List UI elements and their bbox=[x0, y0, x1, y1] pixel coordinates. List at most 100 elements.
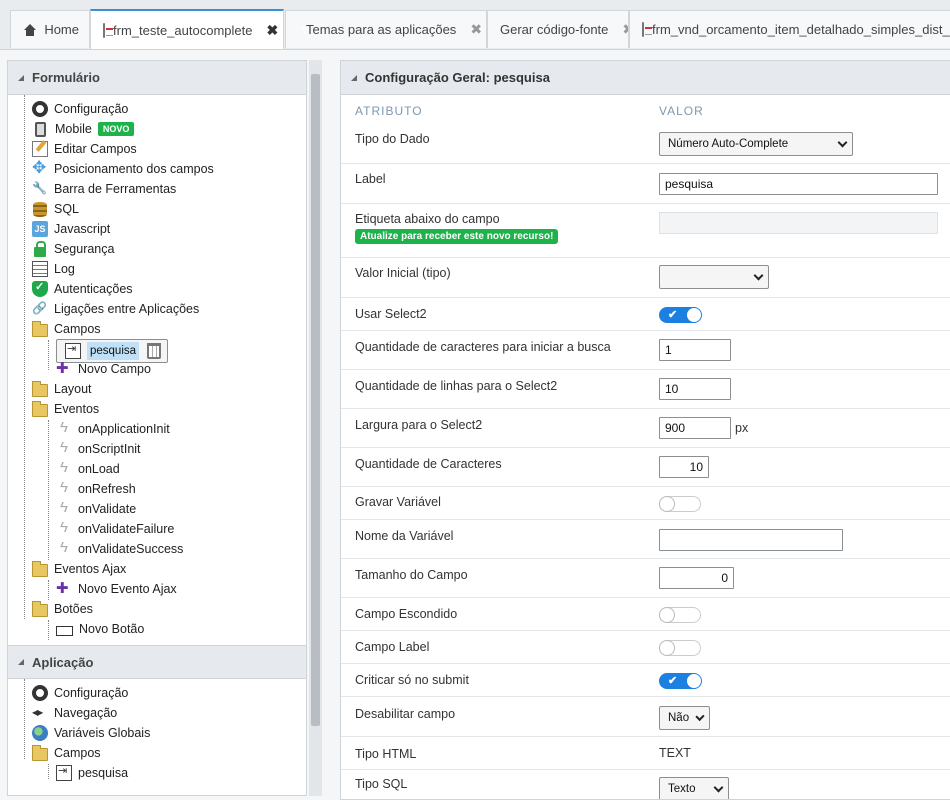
tree-item-ligacoes[interactable]: 🔗 Ligações entre Aplicações bbox=[32, 299, 199, 319]
tree-item-navegacao[interactable]: Navegação bbox=[32, 703, 117, 723]
section-aplicacao[interactable]: Aplicação bbox=[8, 645, 306, 679]
row-gravar-variavel: Gravar Variável bbox=[341, 487, 950, 520]
close-icon[interactable]: ✖ bbox=[470, 21, 482, 38]
tree-item-variaveis-globais[interactable]: Variáveis Globais bbox=[32, 723, 150, 743]
tree-item-novo-campo[interactable]: Novo Campo bbox=[56, 359, 151, 379]
tree-item-layout[interactable]: Layout bbox=[32, 379, 92, 399]
tree-item-campos[interactable]: Campos bbox=[32, 319, 101, 339]
tree-item-eventos[interactable]: Eventos bbox=[32, 399, 99, 419]
row-tipo-dado: Tipo do Dado Número Auto-Complete bbox=[341, 124, 950, 164]
close-icon[interactable]: ✖ bbox=[266, 22, 278, 39]
upgrade-badge[interactable]: Atualize para receber este novo recurso! bbox=[355, 229, 559, 244]
tree-item-editar-campos[interactable]: Editar Campos bbox=[32, 139, 137, 159]
section-title: Aplicação bbox=[32, 654, 94, 670]
close-icon[interactable]: ✖ bbox=[622, 21, 628, 38]
tree-item-onrefresh[interactable]: onRefresh bbox=[56, 479, 136, 499]
trash-icon[interactable] bbox=[147, 343, 162, 359]
etiqueta-input bbox=[659, 212, 938, 234]
chevron-down-icon bbox=[753, 270, 764, 280]
tree-item-barra-ferramentas[interactable]: 🔧 Barra de Ferramentas bbox=[32, 179, 176, 199]
bolt-icon bbox=[56, 479, 72, 497]
config-header[interactable]: Configuração Geral: pesquisa bbox=[341, 61, 950, 95]
tab-gerar-codigo[interactable]: Gerar código-fonte ✖ bbox=[487, 10, 629, 48]
tree-label: Configuração bbox=[54, 686, 129, 700]
tree-item-app-campos[interactable]: Campos bbox=[32, 743, 101, 763]
bolt-icon bbox=[56, 419, 72, 437]
collapse-icon bbox=[351, 74, 357, 81]
check-icon: ✔ bbox=[668, 309, 678, 321]
tree-item-botoes[interactable]: Botões bbox=[32, 599, 93, 619]
plus-icon bbox=[56, 579, 72, 597]
tree-item-mobile[interactable]: Mobile NOVO bbox=[32, 119, 135, 139]
tree-item-novo-evento-ajax[interactable]: Novo Evento Ajax bbox=[56, 579, 177, 599]
toggle-knob bbox=[659, 640, 675, 656]
tree-panel: Formulário Configuração Mobile NOVO Edita… bbox=[7, 60, 307, 796]
tree-item-onapplicationinit[interactable]: onApplicationInit bbox=[56, 419, 170, 439]
tab-frm-vnd-orcamento[interactable]: frm_vnd_orcamento_item_detalhado_simples… bbox=[629, 10, 950, 48]
tree-item-seguranca[interactable]: Segurança bbox=[32, 239, 114, 259]
tree-item-onload[interactable]: onLoad bbox=[56, 459, 120, 479]
nome-variavel-input[interactable] bbox=[659, 529, 843, 551]
tree-label: Campos bbox=[54, 746, 101, 760]
tab-label: frm_teste_autocomplete bbox=[113, 22, 253, 38]
largura-input[interactable] bbox=[659, 417, 731, 439]
tree-label: Eventos Ajax bbox=[54, 562, 127, 576]
valor-inicial-select[interactable] bbox=[659, 265, 769, 289]
tamanho-campo-input[interactable] bbox=[659, 567, 734, 589]
tree-item-autenticacoes[interactable]: Autenticações bbox=[32, 279, 133, 299]
tree-item-onscriptinit[interactable]: onScriptInit bbox=[56, 439, 141, 459]
bolt-icon bbox=[56, 539, 72, 557]
tree-item-eventos-ajax[interactable]: Eventos Ajax bbox=[32, 559, 126, 579]
row-qtd-caracteres-busca: Quantidade de caracteres para iniciar a … bbox=[341, 331, 950, 370]
tree-item-sql[interactable]: SQL bbox=[32, 199, 79, 219]
edit-icon bbox=[32, 141, 48, 157]
tree-item-novo-botao[interactable]: Novo Botão bbox=[56, 619, 144, 639]
row-tamanho-campo: Tamanho do Campo bbox=[341, 559, 950, 598]
toggle-knob bbox=[659, 607, 675, 623]
tab-temas[interactable]: Temas para as aplicações ✖ bbox=[285, 10, 487, 48]
tree-label: Navegação bbox=[54, 706, 118, 720]
attr-label: Criticar só no submit bbox=[355, 673, 469, 687]
tipo-sql-select[interactable]: Texto bbox=[659, 777, 729, 799]
qtd-linhas-input[interactable] bbox=[659, 378, 731, 400]
attr-label: Campo Escondido bbox=[355, 607, 458, 621]
usar-select2-toggle[interactable]: ✔ bbox=[659, 307, 702, 323]
tab-home[interactable]: Home bbox=[10, 10, 90, 48]
tree-label: Javascript bbox=[54, 222, 111, 236]
tree-item-onvalidatesuccess[interactable]: onValidateSuccess bbox=[56, 539, 183, 559]
campo-label-toggle[interactable] bbox=[659, 640, 701, 656]
tree-item-posicionamento[interactable]: Posicionamento dos campos bbox=[32, 158, 214, 179]
tree-item-app-configuracao[interactable]: Configuração bbox=[32, 683, 128, 703]
label-input[interactable] bbox=[659, 173, 938, 195]
tree-label: Barra de Ferramentas bbox=[54, 182, 177, 196]
section-formulario[interactable]: Formulário bbox=[8, 61, 306, 95]
tree-item-configuracao[interactable]: Configuração bbox=[32, 99, 128, 119]
attr-label: Tipo SQL bbox=[355, 777, 408, 791]
tree-item-app-pesquisa[interactable]: pesquisa bbox=[56, 763, 128, 783]
tipo-dado-select[interactable]: Número Auto-Complete bbox=[659, 132, 853, 156]
tab-frm-teste-autocomplete[interactable]: frm_teste_autocomplete ✖ bbox=[90, 9, 284, 49]
tree-scrollbar[interactable] bbox=[309, 60, 322, 796]
chevron-down-icon bbox=[695, 711, 705, 721]
campo-escondido-toggle[interactable] bbox=[659, 607, 701, 623]
qtd-caracteres-busca-input[interactable] bbox=[659, 339, 731, 361]
tree-label: onValidateSuccess bbox=[78, 542, 184, 556]
tipo-html-value: TEXT bbox=[659, 746, 691, 760]
row-etiqueta: Etiqueta abaixo do campo Atualize para r… bbox=[341, 204, 950, 258]
row-valor-inicial: Valor Inicial (tipo) bbox=[341, 258, 950, 298]
wrench-icon: 🔧 bbox=[32, 181, 47, 195]
qtd-caracteres-input[interactable] bbox=[659, 456, 709, 478]
field-icon bbox=[56, 764, 72, 781]
row-usar-select2: Usar Select2 ✔ bbox=[341, 298, 950, 331]
gravar-variavel-toggle[interactable] bbox=[659, 496, 701, 512]
criticar-toggle[interactable]: ✔ bbox=[659, 673, 702, 689]
tree-item-onvalidatefailure[interactable]: onValidateFailure bbox=[56, 519, 174, 539]
desabilitar-select[interactable]: Não bbox=[659, 706, 710, 730]
tree-item-log[interactable]: Log bbox=[32, 259, 75, 279]
tree-item-onvalidate[interactable]: onValidate bbox=[56, 499, 136, 519]
aplicacao-tree: Configuração Navegação Variáveis Globais… bbox=[8, 679, 306, 795]
scrollbar-thumb[interactable] bbox=[311, 74, 320, 726]
col-valor: VALOR bbox=[659, 104, 704, 118]
tree-item-javascript[interactable]: JS Javascript bbox=[32, 219, 110, 239]
javascript-icon: JS bbox=[32, 221, 48, 237]
